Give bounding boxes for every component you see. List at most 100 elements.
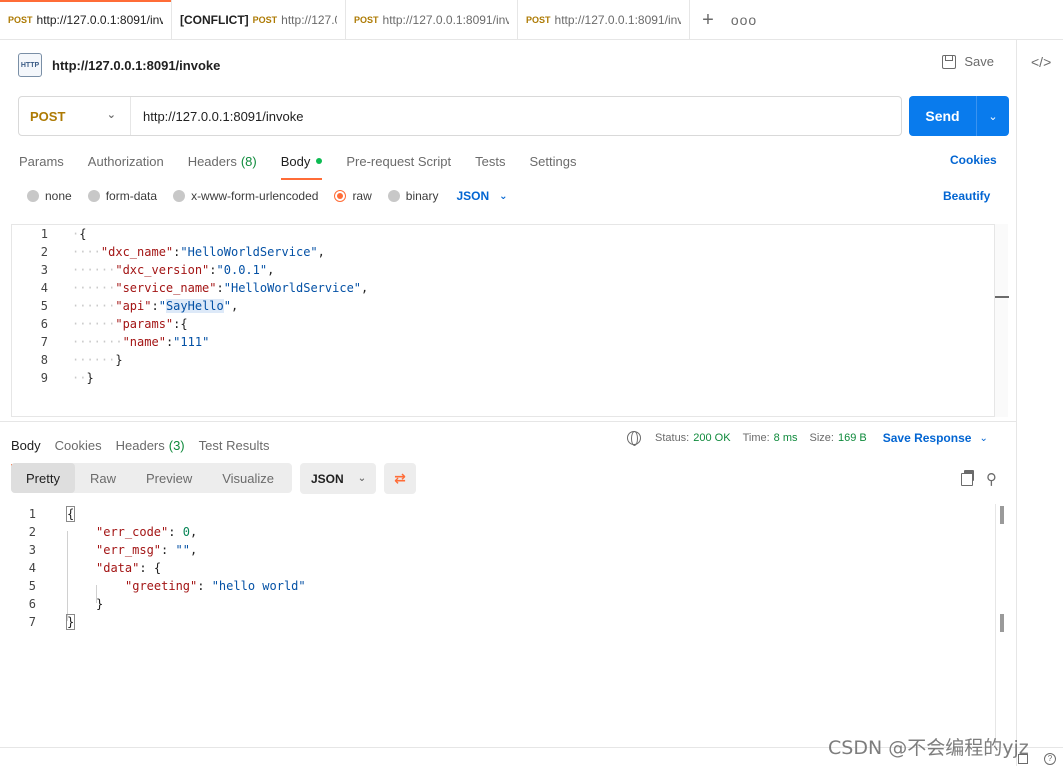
scroll-marker <box>1000 506 1004 524</box>
tab-headers[interactable]: Headers (8) <box>188 146 257 176</box>
json-quote: " <box>158 299 166 313</box>
wrap-lines-button[interactable]: ⇄ <box>384 463 416 494</box>
code-line: 1 ·{ <box>12 225 87 243</box>
request-title[interactable]: http://127.0.0.1:8091/invoke <box>52 58 220 73</box>
search-icon[interactable]: ⚲ <box>986 470 997 488</box>
code-line: 7 } <box>0 613 76 631</box>
code-snippet-icon[interactable]: </> <box>1031 54 1051 70</box>
request-body-editor[interactable]: 1 ·{ 2 ····"dxc_name":"HelloWorldService… <box>11 224 1008 417</box>
body-language-select[interactable]: JSON ⌄ <box>456 189 507 203</box>
request-header: HTTP http://127.0.0.1:8091/invoke Save <box>18 52 1008 78</box>
json-key: "dxc_name" <box>100 245 174 259</box>
view-tab-visualize[interactable]: Visualize <box>207 463 289 493</box>
json-value: "HelloWorldService" <box>180 245 318 259</box>
line-number: 2 <box>28 525 36 539</box>
tab-params[interactable]: Params <box>19 146 64 176</box>
response-format-select[interactable]: JSON ⌄ <box>300 463 376 494</box>
open-brace: { <box>180 317 188 331</box>
json-key: "err_code" <box>96 525 169 539</box>
chevron-down-icon: ⌄ <box>499 190 508 202</box>
body-type-options: none form-data x-www-form-urlencoded raw… <box>27 186 508 206</box>
http-request-icon: HTTP <box>18 53 42 77</box>
response-scrollbar[interactable] <box>995 504 1009 746</box>
globe-icon[interactable] <box>627 431 641 446</box>
open-brace: { <box>65 506 76 522</box>
send-button[interactable]: Send <box>909 96 977 136</box>
response-tab-body[interactable]: Body <box>11 430 41 466</box>
radio-raw[interactable]: raw <box>334 189 372 203</box>
request-editor-scrollbar[interactable] <box>994 224 1009 417</box>
beautify-button[interactable]: Beautify <box>943 189 990 203</box>
json-key: "service_name" <box>115 281 217 295</box>
view-tab-preview[interactable]: Preview <box>131 463 207 493</box>
cookies-link[interactable]: Cookies <box>950 153 997 167</box>
request-tab-4[interactable]: POST http://127.0.0.1:8091/invo <box>518 0 690 40</box>
request-tab-bar: POST http://127.0.0.1:8091/invo [CONFLIC… <box>0 0 1063 40</box>
view-tab-pretty[interactable]: Pretty <box>11 463 75 493</box>
code-text: "err_code": 0, <box>96 525 198 539</box>
code-text: { <box>65 506 76 522</box>
response-body-viewer[interactable]: 1 { 2 "err_code": 0, 3 "err_msg": "", 4 … <box>0 504 995 744</box>
tab-label: http://127.0.0.1:8091/invo <box>554 13 681 27</box>
response-divider[interactable] <box>0 421 1016 422</box>
code-line: 4 "data": { <box>0 559 161 577</box>
request-tab-3[interactable]: POST http://127.0.0.1:8091/invo <box>346 0 518 40</box>
radio-circle <box>27 190 39 202</box>
json-key: "name" <box>122 335 166 349</box>
language-label: JSON <box>456 189 490 203</box>
save-label: Save <box>964 54 994 69</box>
radio-circle <box>87 190 100 202</box>
tab-tests[interactable]: Tests <box>475 146 505 176</box>
code-text: ······} <box>72 353 123 367</box>
code-line: 3 "err_msg": "", <box>0 541 197 559</box>
response-tab-headers[interactable]: Headers (3) <box>116 430 185 460</box>
save-response-button[interactable]: Save Response <box>883 431 972 445</box>
line-number: 4 <box>28 561 36 575</box>
radio-circle <box>334 190 347 202</box>
radio-none[interactable]: none <box>27 189 72 203</box>
code-line: 1 { <box>0 505 76 523</box>
code-text: "err_msg": "", <box>96 543 198 557</box>
tab-body[interactable]: Body <box>280 146 323 180</box>
method-select[interactable]: POST ⌄ <box>19 97 131 135</box>
line-number: 6 <box>28 597 36 611</box>
new-tab-button[interactable]: + <box>690 0 726 40</box>
tab-authorization[interactable]: Authorization <box>88 146 164 176</box>
code-text: ······"dxc_version":"0.0.1", <box>72 263 275 277</box>
code-text: ·{ <box>72 227 87 241</box>
code-text: ··} <box>72 371 94 385</box>
more-tabs-button[interactable]: ooo <box>726 0 762 40</box>
radio-label: x-www-form-urlencoded <box>191 189 319 203</box>
tab-settings[interactable]: Settings <box>529 146 576 176</box>
copy-icon[interactable] <box>961 470 975 486</box>
code-text: } <box>65 614 76 630</box>
json-key: "data" <box>96 561 140 575</box>
save-button[interactable]: Save <box>942 54 994 69</box>
url-input[interactable] <box>131 97 901 135</box>
close-brace: } <box>115 353 123 367</box>
size-value[interactable]: 169 B <box>838 432 867 444</box>
send-options-chevron-icon[interactable]: ⌄ <box>977 96 1009 136</box>
response-tab-cookies[interactable]: Cookies <box>55 430 102 460</box>
right-sidebar: </> <box>1016 40 1063 766</box>
view-tab-raw[interactable]: Raw <box>75 463 131 493</box>
time-label: Time: <box>742 432 770 444</box>
request-tab-1[interactable]: POST http://127.0.0.1:8091/invo <box>0 0 172 40</box>
radio-urlencoded[interactable]: x-www-form-urlencoded <box>173 189 318 203</box>
tab-conflict-label: [CONFLICT] <box>180 13 249 27</box>
status-value[interactable]: 200 OK <box>693 432 730 444</box>
time-value[interactable]: 8 ms <box>774 432 798 444</box>
code-line: 9 ··} <box>12 369 94 387</box>
request-tab-2[interactable]: [CONFLICT] POST http://127.0 <box>172 0 346 40</box>
response-tab-test-results[interactable]: Test Results <box>199 430 270 460</box>
tab-method: POST <box>8 15 33 25</box>
chevron-down-icon[interactable]: ⌄ <box>979 433 987 444</box>
tab-prerequest-script[interactable]: Pre-request Script <box>346 146 451 176</box>
radio-form-data[interactable]: form-data <box>87 189 157 203</box>
help-icon[interactable]: ? <box>1044 753 1056 765</box>
response-meta: Status: 200 OK Time: 8 ms Size: 169 B Sa… <box>627 431 988 446</box>
radio-binary[interactable]: binary <box>387 189 438 203</box>
request-tabs: Params Authorization Headers (8) Body Pr… <box>19 146 600 180</box>
code-line: 2 ····"dxc_name":"HelloWorldService", <box>12 243 325 261</box>
code-text: ····"dxc_name":"HelloWorldService", <box>72 245 325 259</box>
